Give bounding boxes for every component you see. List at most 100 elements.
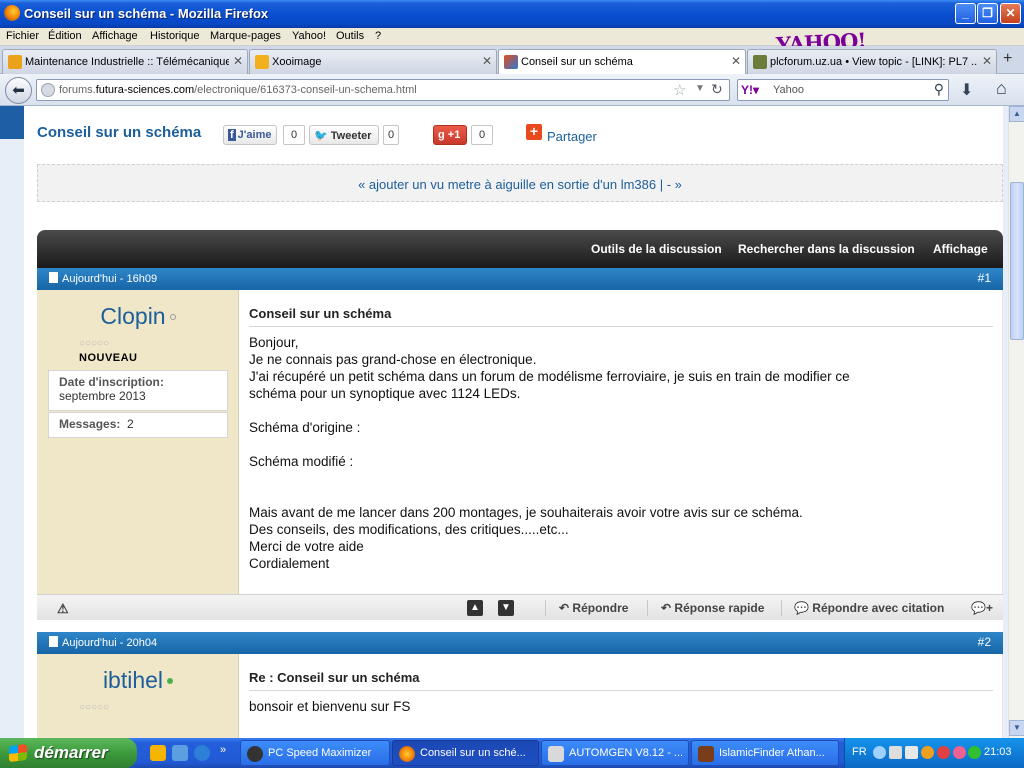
search-icon[interactable]: ⚲	[934, 81, 944, 98]
facebook-icon: f	[228, 129, 236, 141]
tray-flower-icon[interactable]	[953, 746, 966, 759]
bookmark-star-icon[interactable]: ☆	[673, 81, 686, 99]
page-viewport: Conseil sur un schéma f J'aime 0 🐦 Tweete…	[0, 106, 1008, 738]
yahoo-search-engine-icon[interactable]: Y!▾	[741, 83, 759, 97]
google-plus-count: 0	[471, 125, 493, 145]
report-warning-icon[interactable]: ⚠	[57, 601, 69, 617]
search-thread-menu[interactable]: Rechercher dans la discussion	[738, 242, 915, 256]
windows-logo-icon	[9, 744, 27, 762]
downloads-icon[interactable]: ⬇	[960, 80, 973, 100]
menu-affichage[interactable]: Affichage	[92, 30, 138, 42]
quicklaunch-ie-icon[interactable]	[194, 745, 210, 761]
task-pc-speed-maximizer[interactable]: PC Speed Maximizer	[240, 740, 390, 766]
share-icon[interactable]: +	[526, 124, 542, 140]
facebook-like-button[interactable]: f J'aime	[223, 125, 277, 145]
tab-plcforum[interactable]: plcforum.uz.ua • View topic - [LINK]: PL…	[747, 49, 997, 74]
username[interactable]: Clopin	[37, 303, 239, 330]
tab-favicon	[504, 55, 518, 69]
google-plus-button[interactable]: g +1	[433, 125, 467, 145]
post-date: Aujourd'hui - 16h09	[49, 272, 157, 285]
menu-bar: Fichier Édition Affichage Historique Mar…	[0, 28, 1024, 46]
menu-historique[interactable]: Historique	[150, 30, 200, 42]
vertical-scrollbar[interactable]: ▲ ▼	[1008, 106, 1024, 738]
reply-button[interactable]: ↶ Répondre	[559, 601, 628, 615]
username[interactable]: ibtihel	[37, 667, 239, 694]
quick-reply-button[interactable]: ↶ Réponse rapide	[661, 601, 764, 615]
quicklaunch-arrow-icon[interactable]	[150, 745, 166, 761]
speaker-icon[interactable]	[905, 746, 918, 759]
tweet-count: 0	[383, 125, 399, 145]
post-number[interactable]: #1	[978, 271, 991, 285]
thread-navigation-links[interactable]: « ajouter un vu metre à aiguille en sort…	[37, 164, 1003, 202]
post-line: bonsoir et bienvenu sur FS	[249, 699, 411, 714]
share-link[interactable]: Partager	[547, 129, 597, 144]
tab-label: plcforum.uz.ua • View topic - [LINK]: PL…	[770, 56, 978, 68]
menu-fichier[interactable]: Fichier	[6, 30, 39, 42]
start-label: démarrer	[34, 743, 108, 762]
reload-icon[interactable]: ↻	[711, 81, 723, 98]
tab-bar: Maintenance Industrielle :: Télémécaniqu…	[0, 46, 1024, 75]
scroll-down-arrow-icon[interactable]: ▼	[1009, 720, 1024, 736]
multi-quote-icon[interactable]: 💬+	[971, 601, 993, 615]
tweet-button[interactable]: 🐦 Tweeter	[309, 125, 379, 145]
tab-conseil[interactable]: Conseil sur un schéma ✕	[498, 49, 746, 75]
url-text[interactable]: forums.futura-sciences.com/electronique/…	[59, 84, 417, 96]
tab-maintenance[interactable]: Maintenance Industrielle :: Télémécaniqu…	[2, 49, 248, 74]
search-bar[interactable]: Y!▾ Yahoo ⚲	[737, 79, 949, 101]
post-line: schéma pour un synoptique avec 1124 LEDs…	[249, 386, 521, 401]
firefox-icon	[4, 5, 20, 21]
menu-outils[interactable]: Outils	[336, 30, 364, 42]
task-automgen[interactable]: AUTOMGEN V8.12 - ...	[541, 740, 689, 766]
quote-bubble-icon: 💬	[794, 601, 809, 615]
tab-close-icon[interactable]: ✕	[482, 54, 492, 68]
antivirus-icon[interactable]	[937, 746, 950, 759]
maximize-button[interactable]: ❐	[977, 3, 998, 24]
close-button[interactable]: ✕	[1000, 3, 1021, 24]
clock[interactable]: 21:03	[984, 746, 1012, 758]
history-dropdown-icon[interactable]: ▼	[695, 83, 705, 94]
tray-collapse-icon[interactable]	[873, 746, 886, 759]
start-button[interactable]: démarrer	[0, 738, 137, 768]
tray-app-icon[interactable]	[921, 746, 934, 759]
tab-close-icon[interactable]: ✕	[731, 54, 741, 68]
menu-edition[interactable]: Édition	[48, 30, 82, 42]
quicklaunch-expand-icon[interactable]: »	[220, 744, 226, 756]
footer-separator	[647, 600, 648, 616]
scroll-top-icon[interactable]: ▲	[467, 600, 483, 616]
tab-xooimage[interactable]: Xooimage ✕	[249, 49, 497, 74]
post-line: Des conseils, des modifications, des cri…	[249, 522, 569, 537]
back-button[interactable]: ⬅	[5, 77, 32, 104]
user-info-panel: Clopin ○○○○○ NOUVEAU Date d'inscription:…	[37, 290, 239, 594]
network-icon[interactable]	[889, 746, 902, 759]
post-number[interactable]: #2	[978, 635, 991, 649]
new-tab-icon[interactable]: +	[1003, 50, 1012, 68]
post-title: Conseil sur un schéma	[249, 306, 993, 327]
menu-help[interactable]: ?	[375, 30, 381, 42]
post-line: Mais avant de me lancer dans 200 montage…	[249, 505, 803, 520]
wifi-icon[interactable]	[968, 746, 981, 759]
task-label: PC Speed Maximizer	[268, 747, 372, 759]
minimize-button[interactable]: _	[955, 3, 976, 24]
tab-close-icon[interactable]: ✕	[982, 54, 992, 68]
url-bar[interactable]: forums.futura-sciences.com/electronique/…	[36, 79, 730, 101]
task-firefox[interactable]: Conseil sur un sché...	[392, 740, 539, 766]
thread-tools-menu[interactable]: Outils de la discussion	[591, 242, 722, 256]
reply-with-quote-button[interactable]: 💬 Répondre avec citation	[794, 601, 944, 615]
post-line: Je ne connais pas grand-chose en électro…	[249, 352, 537, 367]
scroll-up-arrow-icon[interactable]: ▲	[1009, 106, 1024, 122]
post-line: Bonjour,	[249, 335, 299, 350]
display-mode-menu[interactable]: Affichage	[933, 242, 988, 256]
scroll-bottom-icon[interactable]: ▼	[498, 600, 514, 616]
scrollbar-thumb[interactable]	[1010, 182, 1024, 340]
menu-marque-pages[interactable]: Marque-pages	[210, 30, 281, 42]
home-icon[interactable]: ⌂	[996, 78, 1007, 99]
tab-close-icon[interactable]: ✕	[233, 54, 243, 68]
menu-yahoo[interactable]: Yahoo!	[292, 30, 326, 42]
task-label: IslamicFinder Athan...	[719, 747, 825, 759]
task-islamicfinder[interactable]: IslamicFinder Athan...	[691, 740, 839, 766]
site-identity-icon[interactable]	[41, 83, 55, 97]
thread-title[interactable]: Conseil sur un schéma	[37, 124, 201, 141]
quicklaunch-desktop-icon[interactable]	[172, 745, 188, 761]
language-indicator[interactable]: FR	[852, 746, 867, 758]
post-date: Aujourd'hui - 20h04	[49, 636, 157, 649]
